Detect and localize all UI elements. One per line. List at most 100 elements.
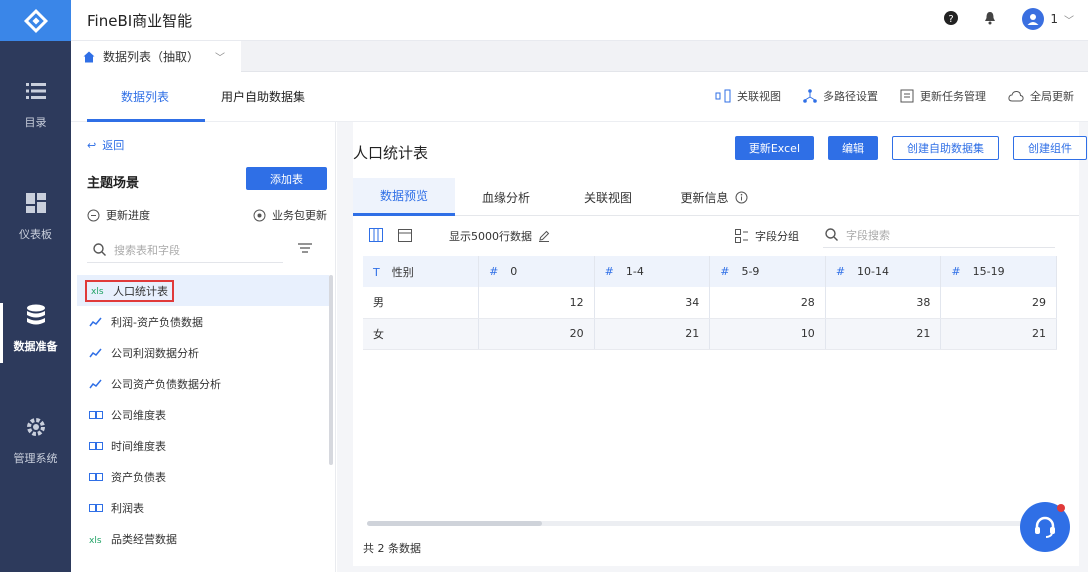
rail-item-catalog[interactable]: 目录 bbox=[0, 80, 71, 130]
tab-self-service-datasets[interactable]: 用户自助数据集 bbox=[221, 88, 305, 105]
rail-label: 目录 bbox=[24, 116, 47, 129]
progress-label: 更新进度 bbox=[106, 209, 150, 222]
tree-item-label: xls 人口统计表 bbox=[85, 279, 174, 302]
horizontal-scrollbar[interactable] bbox=[367, 521, 1067, 526]
show-rows-control[interactable]: 显示5000行数据 bbox=[449, 228, 550, 244]
app-logo[interactable] bbox=[0, 0, 71, 41]
tree-item-label: 品类经营数据 bbox=[111, 532, 177, 546]
number-type-icon: # bbox=[720, 265, 730, 278]
relation-view-button[interactable]: 关联视图 bbox=[715, 88, 781, 104]
column-header[interactable]: #15-19 bbox=[940, 256, 1057, 287]
db-table-icon bbox=[89, 410, 103, 420]
show-rows-label: 显示5000行数据 bbox=[449, 230, 532, 243]
tree-item[interactable]: 公司资产负债数据分析 bbox=[77, 368, 329, 399]
column-label: 15-19 bbox=[972, 265, 1005, 278]
table-cell[interactable]: 21 bbox=[940, 318, 1057, 350]
rail-label: 仪表板 bbox=[19, 228, 52, 241]
tree-item[interactable]: 资产负债表 bbox=[77, 461, 329, 492]
user-name: 1 bbox=[1050, 12, 1058, 26]
table-cell[interactable]: 女 bbox=[363, 318, 480, 350]
tree-item[interactable]: 利润表 bbox=[77, 492, 329, 523]
action-label: 更新任务管理 bbox=[920, 90, 986, 103]
top-right-tools: ? 1 ﹀ bbox=[944, 8, 1074, 30]
bell-icon[interactable] bbox=[984, 11, 996, 28]
column-header[interactable]: #10-14 bbox=[825, 256, 942, 287]
create-component-button[interactable]: 创建组件 bbox=[1013, 136, 1087, 160]
path-icon bbox=[803, 89, 817, 103]
business-update-label: 业务包更新 bbox=[272, 209, 327, 222]
business-update-button[interactable]: 业务包更新 bbox=[253, 207, 327, 223]
table-cell[interactable]: 34 bbox=[594, 287, 711, 319]
scene-title: 主题场景 bbox=[87, 176, 140, 191]
add-table-button[interactable]: 添加表 bbox=[246, 167, 327, 190]
tree-scrollbar[interactable] bbox=[329, 275, 333, 465]
table-tree: xls 人口统计表利润-资产负债数据 公司利润数据分析 公司资产负债数据分析 公司维度表… bbox=[77, 275, 329, 554]
rail-item-dashboard[interactable]: 仪表板 bbox=[0, 192, 71, 242]
calendar-icon[interactable] bbox=[398, 228, 412, 245]
left-panel: ↩ 返回 主题场景 添加表 更新进度 业务包更新 搜索表和字段 xls 人口统计表… bbox=[71, 122, 336, 572]
app-title: FineBI商业智能 bbox=[87, 12, 193, 30]
tree-item[interactable]: xls 品类经营数据 bbox=[77, 523, 329, 554]
doc-tab-data-list[interactable]: 数据列表（抽取） ﹀ bbox=[71, 41, 241, 72]
table-cell[interactable]: 21 bbox=[825, 318, 942, 350]
tree-item[interactable]: 公司维度表 bbox=[77, 399, 329, 430]
column-header[interactable]: #5-9 bbox=[709, 256, 826, 287]
table-row: 男 12 34 28 38 29 bbox=[363, 287, 1057, 319]
column-header[interactable]: T 性别 bbox=[363, 256, 480, 287]
tab-update-info[interactable]: 更新信息 bbox=[659, 178, 769, 216]
self-dataset-icon bbox=[89, 379, 103, 389]
update-excel-button[interactable]: 更新Excel bbox=[734, 136, 814, 160]
table-cell[interactable]: 12 bbox=[478, 287, 595, 319]
table-cell[interactable]: 28 bbox=[709, 287, 826, 319]
tree-item[interactable]: xls 人口统计表 bbox=[77, 275, 329, 306]
left-rail: 目录 仪表板 数据准备 管理系统 bbox=[0, 0, 71, 572]
text-type-icon: T bbox=[373, 265, 380, 279]
chevron-down-icon: ﹀ bbox=[1064, 15, 1074, 27]
number-type-icon: # bbox=[835, 265, 846, 278]
table-cell[interactable]: 29 bbox=[940, 287, 1057, 319]
multi-path-button[interactable]: 多路径设置 bbox=[803, 88, 878, 104]
scrollbar-thumb[interactable] bbox=[367, 521, 542, 526]
update-task-button[interactable]: 更新任务管理 bbox=[900, 88, 986, 104]
home-icon bbox=[83, 51, 95, 62]
tree-item[interactable]: 利润-资产负债数据 bbox=[77, 306, 329, 337]
search-input[interactable]: 搜索表和字段 bbox=[87, 237, 283, 263]
column-header[interactable]: #1-4 bbox=[594, 256, 711, 287]
table-cell[interactable]: 男 bbox=[363, 287, 480, 319]
excel-table-icon: xls bbox=[89, 534, 103, 544]
rail-item-data-prep[interactable]: 数据准备 bbox=[0, 304, 71, 354]
chevron-down-icon[interactable]: ﹀ bbox=[215, 49, 225, 64]
field-search-input[interactable]: 字段搜索 bbox=[823, 222, 1055, 248]
action-label: 全局更新 bbox=[1030, 90, 1074, 103]
tree-item[interactable]: 公司利润数据分析 bbox=[77, 337, 329, 368]
table-cell[interactable]: 21 bbox=[594, 318, 711, 350]
table-cell[interactable]: 20 bbox=[478, 318, 595, 350]
table-cell[interactable]: 10 bbox=[709, 318, 826, 350]
filter-icon[interactable] bbox=[297, 242, 313, 259]
action-label: 关联视图 bbox=[737, 90, 781, 103]
tree-item-label: 资产负债表 bbox=[111, 470, 166, 484]
svg-text:xls: xls bbox=[91, 287, 104, 295]
global-update-button[interactable]: 全局更新 bbox=[1008, 88, 1074, 104]
rail-item-admin[interactable]: 管理系统 bbox=[0, 416, 71, 466]
table-header-row: T 性别 #0 #1-4 #5-9 #10-14 #15-19 bbox=[363, 256, 1057, 287]
tab-relation-view[interactable]: 关联视图 bbox=[557, 178, 659, 216]
edit-button[interactable]: 编辑 bbox=[828, 136, 878, 160]
field-group-button[interactable]: 字段分组 bbox=[735, 228, 799, 244]
update-progress-button[interactable]: 更新进度 bbox=[87, 207, 150, 223]
svg-text:xls: xls bbox=[89, 536, 102, 544]
user-menu[interactable]: 1 ﹀ bbox=[1022, 8, 1074, 30]
tree-item-text: 人口统计表 bbox=[113, 284, 168, 298]
create-self-dataset-button[interactable]: 创建自助数据集 bbox=[892, 136, 999, 160]
tab-data-list[interactable]: 数据列表 bbox=[121, 88, 169, 105]
tree-item[interactable]: 时间维度表 bbox=[77, 430, 329, 461]
tab-lineage[interactable]: 血缘分析 bbox=[455, 178, 557, 216]
column-header[interactable]: #0 bbox=[478, 256, 595, 287]
grid-view-icon[interactable] bbox=[369, 228, 383, 245]
tab-data-preview[interactable]: 数据预览 bbox=[353, 178, 455, 216]
help-icon[interactable]: ? bbox=[944, 10, 959, 28]
doc-tab-label: 数据列表（抽取） bbox=[103, 50, 200, 64]
table-cell[interactable]: 38 bbox=[825, 287, 942, 319]
logo-icon bbox=[23, 8, 48, 33]
back-link[interactable]: ↩ 返回 bbox=[87, 137, 124, 153]
